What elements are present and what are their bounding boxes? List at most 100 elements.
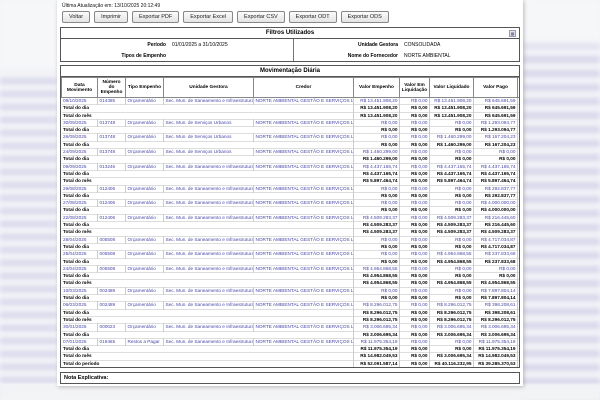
valor-empenho-cell: R$ 11.975.354,19: [354, 338, 400, 345]
data-movimento-cell: 06/03/2025: [62, 302, 98, 309]
movement-table: Data Movimento Número do Empenho Tipo Em…: [61, 77, 520, 367]
clipped-cell: R$: [518, 207, 521, 214]
valor-liquidado-cell: R$ 0,00: [430, 149, 474, 156]
exportar-odt-button[interactable]: Exportar ODT: [289, 11, 337, 23]
movement-row[interactable]: 27/08/2025012406OrçamentárioSec. Mun. de…: [62, 200, 521, 207]
total-label: Total do dia: [62, 127, 354, 134]
total-row: Total do diaR$ 1.460.299,00R$ 0,00R$ 0,0…: [62, 156, 521, 163]
credor-cell: NORTE AMBIENTAL GESTÃO E SERVIÇOS LTDA: [254, 236, 354, 243]
valor-pago-cell: R$ 0,00: [474, 273, 518, 280]
clipped-cell: R$: [518, 163, 521, 170]
unidade-gestora-cell: Sec. Mun. de Saneamento e Infraestrutura: [164, 265, 254, 272]
valor-em-liquidacao-cell: R$ 0,00: [400, 170, 430, 177]
valor-pago-cell: R$ 0,00: [474, 265, 518, 272]
numero-empenho-cell: 013748: [98, 119, 126, 126]
exportar-pdf-button[interactable]: Exportar PDF: [132, 11, 179, 23]
total-row: Total do diaR$ 8.296.012,75R$ 0,00R$ 8.2…: [62, 309, 521, 316]
valor-liquidado-cell: R$ 0,00: [430, 287, 474, 294]
total-row: Total do diaR$ 0,00R$ 0,00R$ 0,00R$ 292.…: [62, 192, 521, 199]
valor-em-liquidacao-cell: R$ 0,00: [400, 280, 430, 287]
filters-table: Período 01/01/2025 a 31/10/2025 Unidade …: [61, 39, 519, 61]
valor-em-liquidacao-cell: R$ 0,00: [400, 149, 430, 156]
valor-liquidado-cell: R$ 0,00: [430, 265, 474, 272]
data-movimento-cell: 27/08/2025: [62, 200, 98, 207]
imprimir-button[interactable]: Imprimir: [94, 11, 128, 23]
movement-row[interactable]: 26/09/2025013748OrçamentárioSec. Mun. de…: [62, 134, 521, 141]
unidade-gestora-cell: Sec. Mun. de Saneamento e Infraestrutura: [164, 185, 254, 192]
clipped-cell: R$: [518, 338, 521, 345]
valor-pago-cell: R$ 3.006.695,34: [474, 331, 518, 338]
movement-row[interactable]: 29/08/2025012406OrçamentárioSec. Mun. de…: [62, 185, 521, 192]
data-movimento-cell: 09/09/2025: [62, 163, 98, 170]
clipped-cell: R$: [518, 178, 521, 185]
valor-em-liquidacao-cell: R$ 0,00: [400, 222, 430, 229]
tipo-empenho-cell: Orçamentário: [126, 302, 164, 309]
movement-row[interactable]: 24/09/2025013748OrçamentárioSec. Mun. de…: [62, 149, 521, 156]
movement-row[interactable]: 22/08/2025012406OrçamentárioSec. Mun. de…: [62, 214, 521, 221]
periodo-value: 01/01/2025 a 31/10/2025: [169, 39, 293, 50]
total-label: Total do período: [62, 360, 354, 367]
valor-pago-cell: R$ 645.691,59: [474, 105, 518, 112]
blurred-background-right: [523, 0, 600, 400]
panel-toggle-icon[interactable]: ▦: [509, 30, 516, 37]
credor-cell: NORTE AMBIENTAL GESTÃO E SERVIÇOS LTDA: [254, 338, 354, 345]
valor-empenho-cell: R$ 1.460.299,00: [354, 156, 400, 163]
movement-row[interactable]: 30/09/2025013748OrçamentárioSec. Mun. de…: [62, 119, 521, 126]
numero-empenho-cell: 019465: [98, 338, 126, 345]
movement-row[interactable]: 24/04/2025005508OrçamentárioSec. Mun. de…: [62, 265, 521, 272]
clipped-cell: R$: [518, 200, 521, 207]
valor-liquidado-cell: R$ 0,00: [430, 185, 474, 192]
credor-cell: NORTE AMBIENTAL GESTÃO E SERVIÇOS LTDA: [254, 324, 354, 331]
valor-pago-cell: R$ 398.208,61: [474, 309, 518, 316]
movement-row[interactable]: 28/04/2025005508OrçamentárioSec. Mun. de…: [62, 236, 521, 243]
fornecedor-label: Nome do Fornecedor: [293, 50, 401, 61]
valor-em-liquidacao-cell: R$ 0,00: [400, 287, 430, 294]
unidade-gestora-cell: Sec. Mun. de Serviços Urbanos: [164, 149, 254, 156]
voltar-button[interactable]: Voltar: [62, 11, 90, 23]
data-movimento-cell: 26/09/2025: [62, 134, 98, 141]
movement-row[interactable]: 09/09/2025013246OrçamentárioSec. Mun. de…: [62, 163, 521, 170]
valor-empenho-cell: R$ 13.451.908,20: [354, 105, 400, 112]
tipo-empenho-cell: Orçamentário: [126, 200, 164, 207]
valor-pago-cell: R$ 645.691,59: [474, 98, 518, 105]
clipped-cell: R$: [518, 265, 521, 272]
movement-row[interactable]: 30/01/2025000023OrçamentárioSec. Mun. de…: [62, 324, 521, 331]
valor-em-liquidacao-cell: R$ 0,00: [400, 185, 430, 192]
movement-row[interactable]: 07/01/2025019465Restos a PagarSec. Mun. …: [62, 338, 521, 345]
exportar-csv-button[interactable]: Exportar CSV: [237, 11, 285, 23]
valor-em-liquidacao-cell: R$ 0,00: [400, 258, 430, 265]
credor-cell: NORTE AMBIENTAL GESTÃO E SERVIÇOS LTDA: [254, 214, 354, 221]
movement-panel: Movimentação Diária Data Movimento Númer…: [60, 65, 520, 368]
valor-empenho-cell: R$ 8.296.012,75: [354, 302, 400, 309]
valor-empenho-cell: R$ 0,00: [354, 258, 400, 265]
valor-empenho-cell: R$ 0,00: [354, 207, 400, 214]
exportar-excel-button[interactable]: Exportar Excel: [183, 11, 233, 23]
exportar-ods-button[interactable]: Exportar ODS: [341, 11, 389, 23]
valor-em-liquidacao-cell: R$ 0,00: [400, 127, 430, 134]
total-label: Total do dia: [62, 222, 354, 229]
data-movimento-cell: 07/01/2025: [62, 338, 98, 345]
movement-row[interactable]: 25/04/2025005508OrçamentárioSec. Mun. de…: [62, 251, 521, 258]
valor-liquidado-cell: R$ 4.954.868,55: [430, 251, 474, 258]
movement-row[interactable]: 09/10/2025014385OrçamentárioSec. Mun. de…: [62, 98, 521, 105]
total-label: Total do dia: [62, 273, 354, 280]
valor-liquidado-cell: R$ 0,00: [430, 338, 474, 345]
col-header-valor-pago: Valor Pago: [474, 78, 518, 98]
valor-em-liquidacao-cell: R$ 0,00: [400, 316, 430, 323]
valor-empenho-cell: R$ 4.509.283,37: [354, 229, 400, 236]
valor-pago-cell: R$ 3.006.695,34: [474, 324, 518, 331]
valor-empenho-cell: R$ 4.954.868,55: [354, 273, 400, 280]
valor-liquidado-cell: R$ 4.509.283,37: [430, 214, 474, 221]
data-movimento-cell: 10/03/2025: [62, 287, 98, 294]
movement-row[interactable]: 10/03/2025002489OrçamentárioSec. Mun. de…: [62, 287, 521, 294]
valor-em-liquidacao-cell: R$ 0,00: [400, 105, 430, 112]
total-row: Total do mêsR$ 8.296.012,75R$ 0,00R$ 8.2…: [62, 316, 521, 323]
movement-row[interactable]: 06/03/2025002489OrçamentárioSec. Mun. de…: [62, 302, 521, 309]
tipo-empenho-cell: Restos a Pagar: [126, 338, 164, 345]
clipped-cell: R$: [518, 127, 521, 134]
valor-em-liquidacao-cell: R$ 0,00: [400, 229, 430, 236]
total-label: Total do mês: [62, 280, 354, 287]
valor-empenho-cell: R$ 0,00: [354, 295, 400, 302]
data-movimento-cell: 30/09/2025: [62, 119, 98, 126]
clipped-cell: R$: [518, 353, 521, 360]
